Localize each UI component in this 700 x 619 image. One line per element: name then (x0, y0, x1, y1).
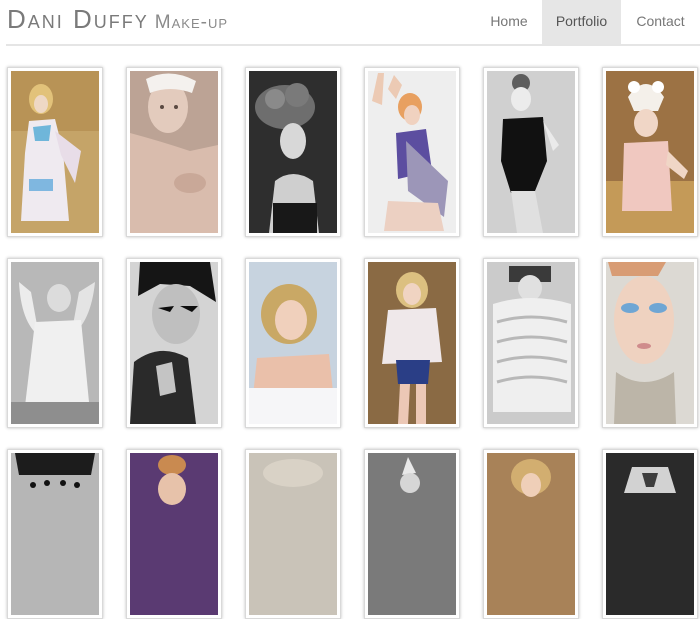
photo-blonde-updo (130, 453, 218, 615)
gallery-thumb-r1c1[interactable] (7, 67, 103, 237)
photo-dramatic-eyeliner (130, 262, 218, 424)
gallery-thumb-r3c3[interactable] (245, 449, 341, 619)
photo-flower-headdress (249, 71, 337, 233)
gallery-thumb-r1c2[interactable] (126, 67, 222, 237)
gallery-thumb-r1c6[interactable] (602, 67, 698, 237)
portfolio-gallery (0, 0, 700, 619)
photo-ruffled-blouse (368, 262, 456, 424)
photo-arm-raised-purple (368, 71, 456, 233)
gallery-thumb-r2c5[interactable] (483, 258, 579, 428)
photo-curly-hair (487, 453, 575, 615)
gallery-thumb-r3c5[interactable] (483, 449, 579, 619)
photo-angel-wings (11, 262, 99, 424)
photo-black-bodysuit (487, 71, 575, 233)
photo-blue-eyeshadow (606, 262, 694, 424)
gallery-thumb-r1c5[interactable] (483, 67, 579, 237)
gallery-thumb-r2c4[interactable] (364, 258, 460, 428)
gallery-thumb-r2c1[interactable] (7, 258, 103, 428)
photo-feathered-brows (130, 71, 218, 233)
photo-geometric-mask (606, 453, 694, 615)
photo-spiked-headpiece (368, 453, 456, 615)
gallery-thumb-r3c4[interactable] (364, 449, 460, 619)
gallery-thumb-r3c1[interactable] (7, 449, 103, 619)
gallery-thumb-r2c3[interactable] (245, 258, 341, 428)
photo-pale-soft (249, 453, 337, 615)
photo-knitted-sweater (487, 262, 575, 424)
gallery-thumb-r3c6[interactable] (602, 449, 698, 619)
gallery-thumb-r2c2[interactable] (126, 258, 222, 428)
gallery-thumb-r1c3[interactable] (245, 67, 341, 237)
photo-face-dots (11, 453, 99, 615)
photo-ornate-headdress (606, 71, 694, 233)
photo-blonde-sheer-dress (11, 71, 99, 233)
gallery-thumb-r1c4[interactable] (364, 67, 460, 237)
photo-blonde-on-bed (249, 262, 337, 424)
gallery-thumb-r2c6[interactable] (602, 258, 698, 428)
gallery-thumb-r3c2[interactable] (126, 449, 222, 619)
